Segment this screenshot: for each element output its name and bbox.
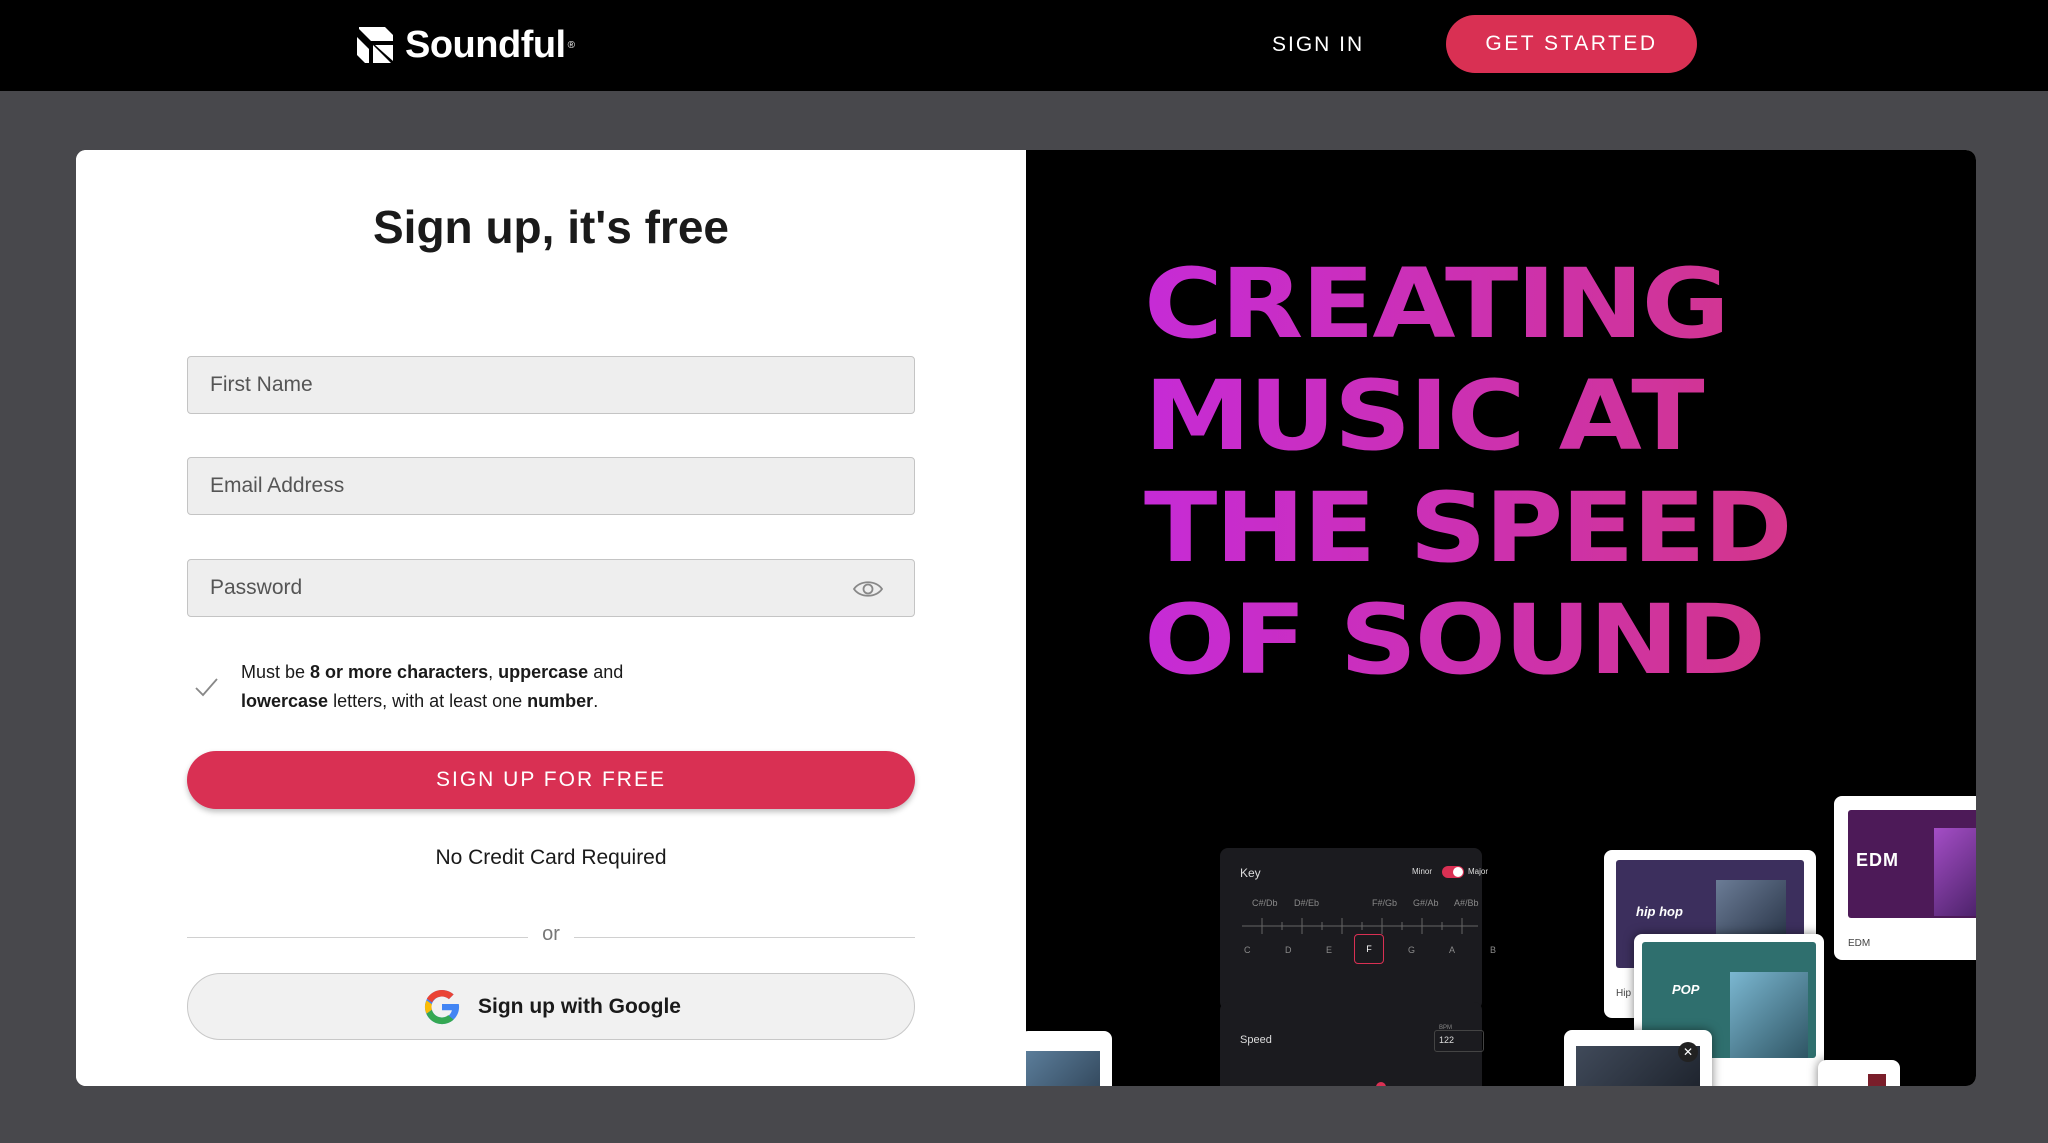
form-title: Sign up, it's free <box>373 201 729 253</box>
email-input[interactable] <box>188 458 914 514</box>
pop-art-text: POP <box>1672 982 1700 997</box>
sign-up-button[interactable]: SIGN UP FOR FREE <box>187 751 915 809</box>
no-credit-card-note: No Credit Card Required <box>435 846 667 869</box>
note-label: A <box>1449 945 1456 955</box>
google-signup-label: Sign up with Google <box>478 994 681 1018</box>
or-divider: or <box>187 923 915 953</box>
key-selector-panel: Key Minor Major C#/Db D#/Eb F#/Gb G#/Ab … <box>1220 848 1496 1010</box>
partial-artwork <box>1026 1051 1100 1086</box>
sharp-label: F#/Gb <box>1372 898 1398 908</box>
note-label: E <box>1326 945 1333 955</box>
hint-text-part: Must be <box>241 662 311 682</box>
note-label: B <box>1490 945 1497 955</box>
signup-card: Sign up, it's free Must be 8 or more cha… <box>76 150 1976 1086</box>
hint-bold-part: 8 or more characters <box>310 662 489 682</box>
bpm-value: 122 <box>1439 1035 1455 1045</box>
show-password-icon[interactable] <box>852 578 884 600</box>
sharp-label: G#/Ab <box>1413 898 1439 908</box>
key-label: Key <box>1240 866 1261 880</box>
note-label: C <box>1244 945 1251 955</box>
google-signup-button[interactable]: Sign up with Google <box>187 973 915 1040</box>
hint-text-part: and <box>588 662 624 682</box>
password-requirements-text: Must be 8 or more characters, uppercase … <box>241 658 623 716</box>
speed-label: Speed <box>1240 1034 1272 1046</box>
divider-line-right <box>574 937 915 938</box>
soundful-logo[interactable]: Soundful ® <box>355 22 575 68</box>
registered-mark: ® <box>567 39 575 51</box>
password-field-wrapper <box>187 559 915 617</box>
partial-genre-card <box>1026 1031 1112 1086</box>
hero-panel: CREATING MUSIC AT THE SPEED OF SOUND Key… <box>1026 150 1976 1086</box>
preview-card: ✕ <box>1564 1030 1712 1086</box>
password-input[interactable] <box>188 560 914 616</box>
hint-text-part: letters, with at least one <box>328 691 528 711</box>
hint-bold-part: number <box>527 691 594 711</box>
speed-slider-knob <box>1376 1082 1386 1086</box>
sharp-label: D#/Eb <box>1294 898 1320 908</box>
hiphop-art-text: hip hop <box>1636 904 1683 919</box>
edm-artwork: EDM <box>1848 810 1976 918</box>
bpm-label: BPM <box>1439 1025 1453 1031</box>
edm-label: EDM <box>1848 938 1871 949</box>
bpm-box: BPM 122 <box>1434 1025 1484 1052</box>
hint-bold-part: lowercase <box>241 691 329 711</box>
google-icon <box>424 989 460 1024</box>
sharp-label: C#/Db <box>1252 898 1278 908</box>
top-navigation-bar: Soundful ® SIGN IN GET STARTED <box>0 0 2048 91</box>
hint-text-part: , <box>488 662 499 682</box>
note-label: G <box>1408 945 1416 955</box>
hint-bold-part: uppercase <box>498 662 589 682</box>
edm-art-text: EDM <box>1856 850 1899 870</box>
password-requirements: Must be 8 or more characters, uppercase … <box>187 658 687 716</box>
sharp-label: A#/Bb <box>1454 898 1479 908</box>
hero-line: MUSIC AT <box>1144 360 1703 472</box>
hero-line: CREATING <box>1144 248 1728 360</box>
email-field-wrapper <box>187 457 915 515</box>
first-name-input[interactable] <box>188 357 914 413</box>
brand-name: Soundful <box>405 23 566 66</box>
scale-toggle <box>1442 866 1464 878</box>
major-label: Major <box>1468 867 1489 876</box>
get-started-button[interactable]: GET STARTED <box>1446 15 1697 73</box>
soundful-logo-icon <box>357 27 393 63</box>
edm-genre-card: EDM EDM <box>1834 796 1976 960</box>
hero-headline: CREATING MUSIC AT THE SPEED OF SOUND <box>1144 248 1976 696</box>
first-name-field-wrapper <box>187 356 915 414</box>
sign-in-link[interactable]: SIGN IN <box>1272 28 1364 62</box>
hero-line: THE SPEED <box>1144 472 1791 584</box>
partial-card-right <box>1818 1060 1900 1086</box>
signup-form-panel: Sign up, it's free Must be 8 or more cha… <box>76 150 1026 1086</box>
selected-note[interactable]: F <box>1354 934 1384 964</box>
or-label: or <box>542 923 560 945</box>
hint-text-part: . <box>593 691 599 711</box>
close-icon[interactable]: ✕ <box>1678 1042 1698 1062</box>
note-label: D <box>1285 945 1292 955</box>
hero-line: OF SOUND <box>1144 584 1764 696</box>
minor-label: Minor <box>1412 867 1433 876</box>
speed-panel: Speed BPM 122 <box>1220 1002 1484 1086</box>
checkmark-icon <box>195 678 218 697</box>
